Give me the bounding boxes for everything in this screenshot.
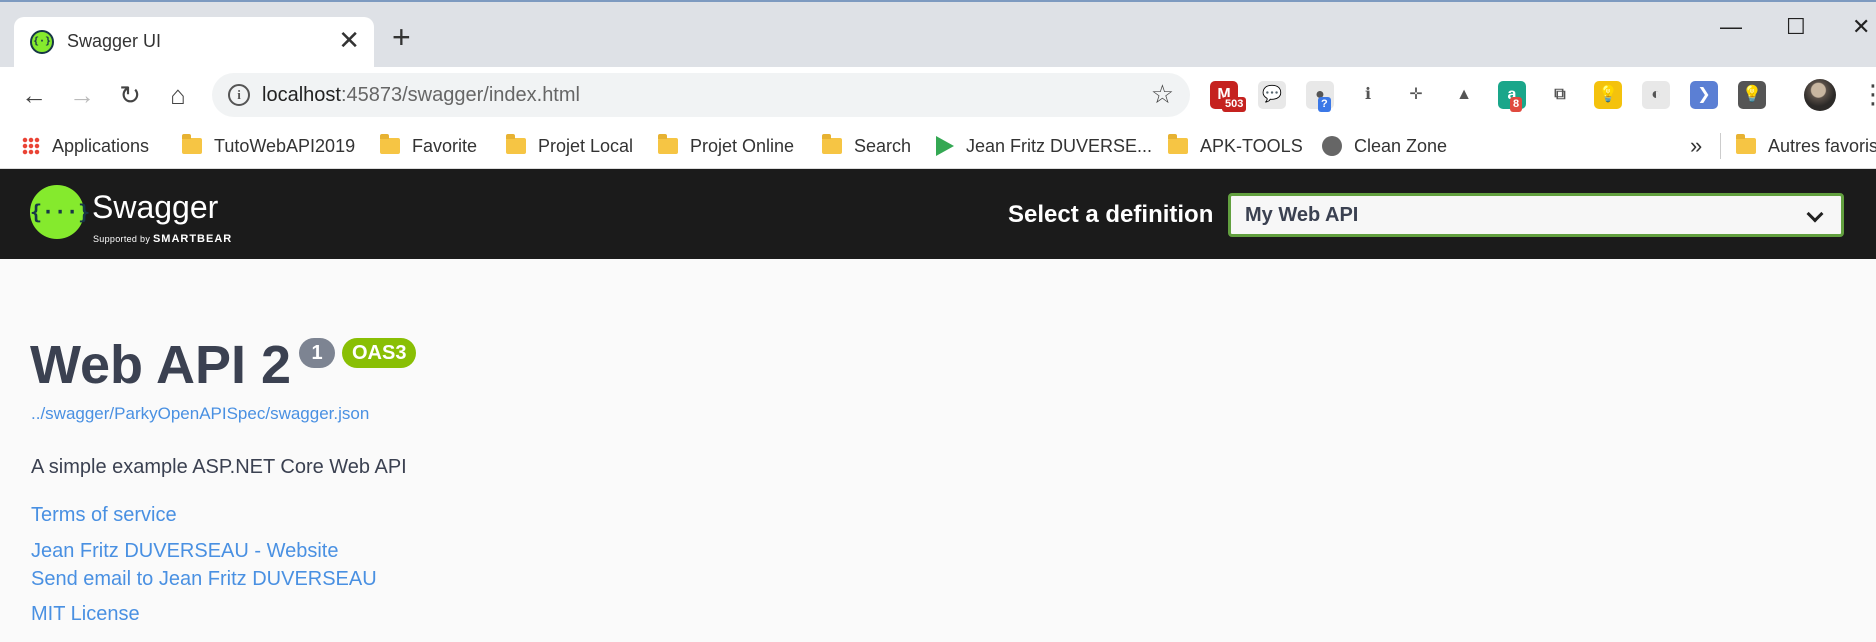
play-store-icon	[936, 136, 954, 156]
bookmark-label: Favorite	[412, 136, 478, 156]
google-drive-icon[interactable]: ▲	[1450, 81, 1478, 109]
url-host: localhost	[262, 84, 341, 106]
folder-icon	[380, 134, 400, 154]
bookmark-search[interactable]: Search	[822, 131, 911, 161]
terms-of-service-link[interactable]: Terms of service	[31, 504, 177, 527]
folder-icon	[182, 134, 202, 154]
minimize-button[interactable]: —	[1720, 12, 1742, 42]
bookmark-projet-online[interactable]: Projet Online	[658, 131, 794, 161]
api-description: A simple example ASP.NET Core Web API	[31, 456, 407, 478]
definition-select-value: My Web API	[1245, 204, 1359, 226]
chevron-down-icon	[1806, 205, 1824, 223]
bookmark-label: Jean Fritz DUVERSE...	[966, 136, 1153, 156]
forward-button[interactable]: →	[66, 79, 98, 111]
version-badge: 1	[299, 338, 335, 368]
bookmark-label: TutoWebAPI2019	[214, 136, 356, 156]
globe-icon	[1322, 136, 1342, 156]
bookmark-clean-zone[interactable]: Clean Zone	[1322, 131, 1447, 161]
swagger-wordmark: Swagger	[92, 189, 219, 225]
close-window-button[interactable]: ✕	[1852, 12, 1870, 42]
back-button[interactable]: ←	[18, 79, 50, 111]
lightbulb-icon[interactable]: 💡	[1594, 81, 1622, 109]
other-bookmarks[interactable]: Autres favoris	[1736, 131, 1876, 161]
url-text[interactable]: localhost:45873/swagger/index.html	[262, 84, 580, 107]
bookmark-tutowebapi2019[interactable]: TutoWebAPI2019	[182, 131, 355, 161]
contact-email-link[interactable]: Send email to Jean Fritz DUVERSEAU	[31, 568, 377, 591]
bookmark-star-icon[interactable]: ☆	[1151, 79, 1174, 110]
bookmarks-bar: Applications TutoWebAPI2019 Favorite Projet…	[0, 123, 1876, 169]
screen-share-icon[interactable]: ⧉	[1546, 81, 1574, 109]
bookmarks-overflow-button[interactable]: »	[1690, 131, 1702, 161]
tagline-brand: SMARTBEAR	[152, 233, 233, 245]
home-button[interactable]: ⌂	[162, 79, 194, 111]
contact-website-link[interactable]: Jean Fritz DUVERSEAU - Website	[31, 540, 339, 563]
reload-button[interactable]: ↻	[114, 79, 146, 111]
new-tab-button[interactable]: +	[392, 21, 411, 53]
swagger-tagline: Supported by SMARTBEAR	[93, 233, 232, 245]
tab-close-icon[interactable]: ✕	[338, 27, 360, 53]
a-letter-badge: 8	[1510, 97, 1523, 112]
browser-toolbar: ← → ↻ ⌂ i localhost:45873/swagger/index.…	[0, 67, 1876, 123]
url-path: :45873/swagger/index.html	[340, 84, 580, 106]
chat-bubble-icon[interactable]: 💬	[1258, 81, 1286, 109]
swagger-topbar: {···} Swagger Supported by SMARTBEAR Sel…	[0, 169, 1876, 259]
folder-icon	[1736, 134, 1756, 154]
gmail-badge: 503	[1222, 97, 1247, 112]
browser-tab[interactable]: {·} Swagger UI ✕	[14, 17, 374, 69]
browser-menu-icon[interactable]: ⋮	[1860, 77, 1876, 111]
apps-grid-icon	[22, 137, 40, 155]
swagger-logo-icon[interactable]: {···}	[30, 185, 90, 239]
profile-avatar[interactable]	[1804, 79, 1836, 111]
bookmark-label: Projet Online	[690, 136, 795, 156]
address-bar[interactable]: i localhost:45873/swagger/index.html ☆	[212, 73, 1190, 117]
feather-icon[interactable]: ❯	[1690, 81, 1718, 109]
bookmark-label: Clean Zone	[1354, 136, 1448, 156]
bookmark-apk-tools[interactable]: APK-TOOLS	[1168, 131, 1303, 161]
move-cross-icon[interactable]: ✛	[1402, 81, 1430, 109]
definition-label: Select a definition	[1008, 201, 1214, 228]
maximize-button[interactable]: ☐	[1786, 12, 1806, 42]
oas-badge: OAS3	[342, 338, 417, 368]
bookmark-applications[interactable]: Applications	[22, 131, 149, 161]
spec-url-link[interactable]: ../swagger/ParkyOpenAPISpec/swagger.json	[31, 404, 369, 424]
bookmark-jean-fritz[interactable]: Jean Fritz DUVERSE...	[936, 131, 1152, 161]
bookmark-label: Search	[854, 136, 912, 156]
bookmark-projet-local[interactable]: Projet Local	[506, 131, 633, 161]
swagger-favicon-icon: {·}	[30, 30, 54, 54]
tab-title: Swagger UI	[67, 31, 162, 51]
definition-select[interactable]: My Web API	[1228, 193, 1844, 237]
api-title: Web API 2	[30, 335, 292, 395]
folder-icon	[506, 134, 526, 154]
bookmark-label: Projet Local	[538, 136, 634, 156]
folder-icon	[1168, 134, 1188, 154]
info-person-icon[interactable]: ℹ	[1354, 81, 1382, 109]
bookmarks-divider	[1720, 133, 1721, 159]
site-info-icon[interactable]: i	[228, 84, 250, 106]
tagline-prefix: Supported by	[93, 234, 153, 244]
browser-tab-strip: {·} Swagger UI ✕ + — ☐ ✕	[0, 0, 1876, 69]
speech-badge: ?	[1318, 97, 1331, 112]
other-bookmarks-label: Autres favoris	[1768, 136, 1876, 156]
folder-icon	[658, 134, 678, 154]
lightbulb-dark-icon[interactable]: 💡	[1738, 81, 1766, 109]
bookmark-label: APK-TOOLS	[1200, 136, 1303, 156]
bookmark-label: Applications	[52, 136, 150, 156]
folder-icon	[822, 134, 842, 154]
license-link[interactable]: MIT License	[31, 603, 140, 626]
bookmark-favorite[interactable]: Favorite	[380, 131, 477, 161]
dark-mode-icon[interactable]: ◐	[1642, 81, 1670, 109]
